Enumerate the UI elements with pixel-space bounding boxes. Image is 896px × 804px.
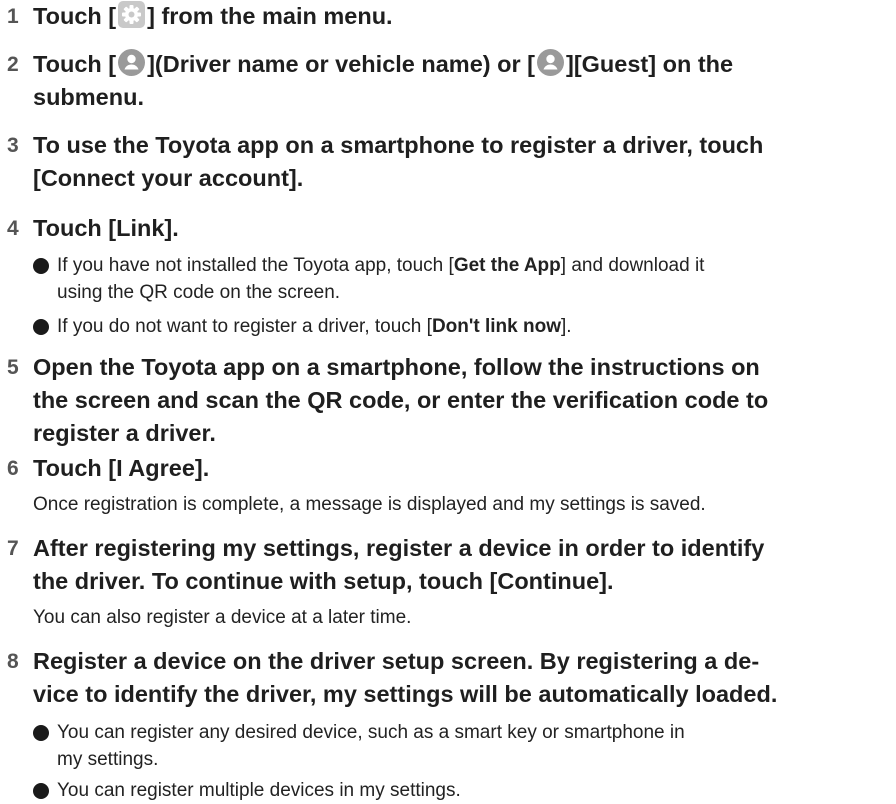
step-title: Touch [](Driver name or vehicle name) or… <box>33 49 734 110</box>
person-icon <box>118 49 146 76</box>
step-title: Touch [] from the main menu. <box>33 1 393 29</box>
gear-icon <box>118 1 146 28</box>
step-title: Open the Toyota app on a smartphone, fol… <box>33 354 769 446</box>
step-title: Touch [I Agree]. <box>33 455 210 481</box>
bullet-dot <box>33 725 49 741</box>
step-number: 6 <box>7 457 19 480</box>
step-title: After registering my settings, register … <box>33 535 765 594</box>
step-title: To use the Toyota app on a smartphone to… <box>33 132 764 191</box>
step-number: 3 <box>7 134 19 157</box>
step-number: 5 <box>7 356 19 379</box>
step-title: Touch [Link]. <box>33 215 179 241</box>
step-number: 4 <box>7 217 19 240</box>
bullet-dot <box>33 258 49 274</box>
step-number: 8 <box>7 650 19 673</box>
step-number: 1 <box>7 5 19 28</box>
step-number: 2 <box>7 53 19 76</box>
step-title: Register a device on the driver setup sc… <box>33 648 778 707</box>
step-number: 7 <box>7 537 19 560</box>
step-note: Once registration is complete, a message… <box>33 494 706 515</box>
step-note: You can also register a device at a late… <box>33 607 412 628</box>
bullet-dot <box>33 319 49 335</box>
bullet-dot <box>33 783 49 799</box>
person-icon <box>537 49 564 76</box>
